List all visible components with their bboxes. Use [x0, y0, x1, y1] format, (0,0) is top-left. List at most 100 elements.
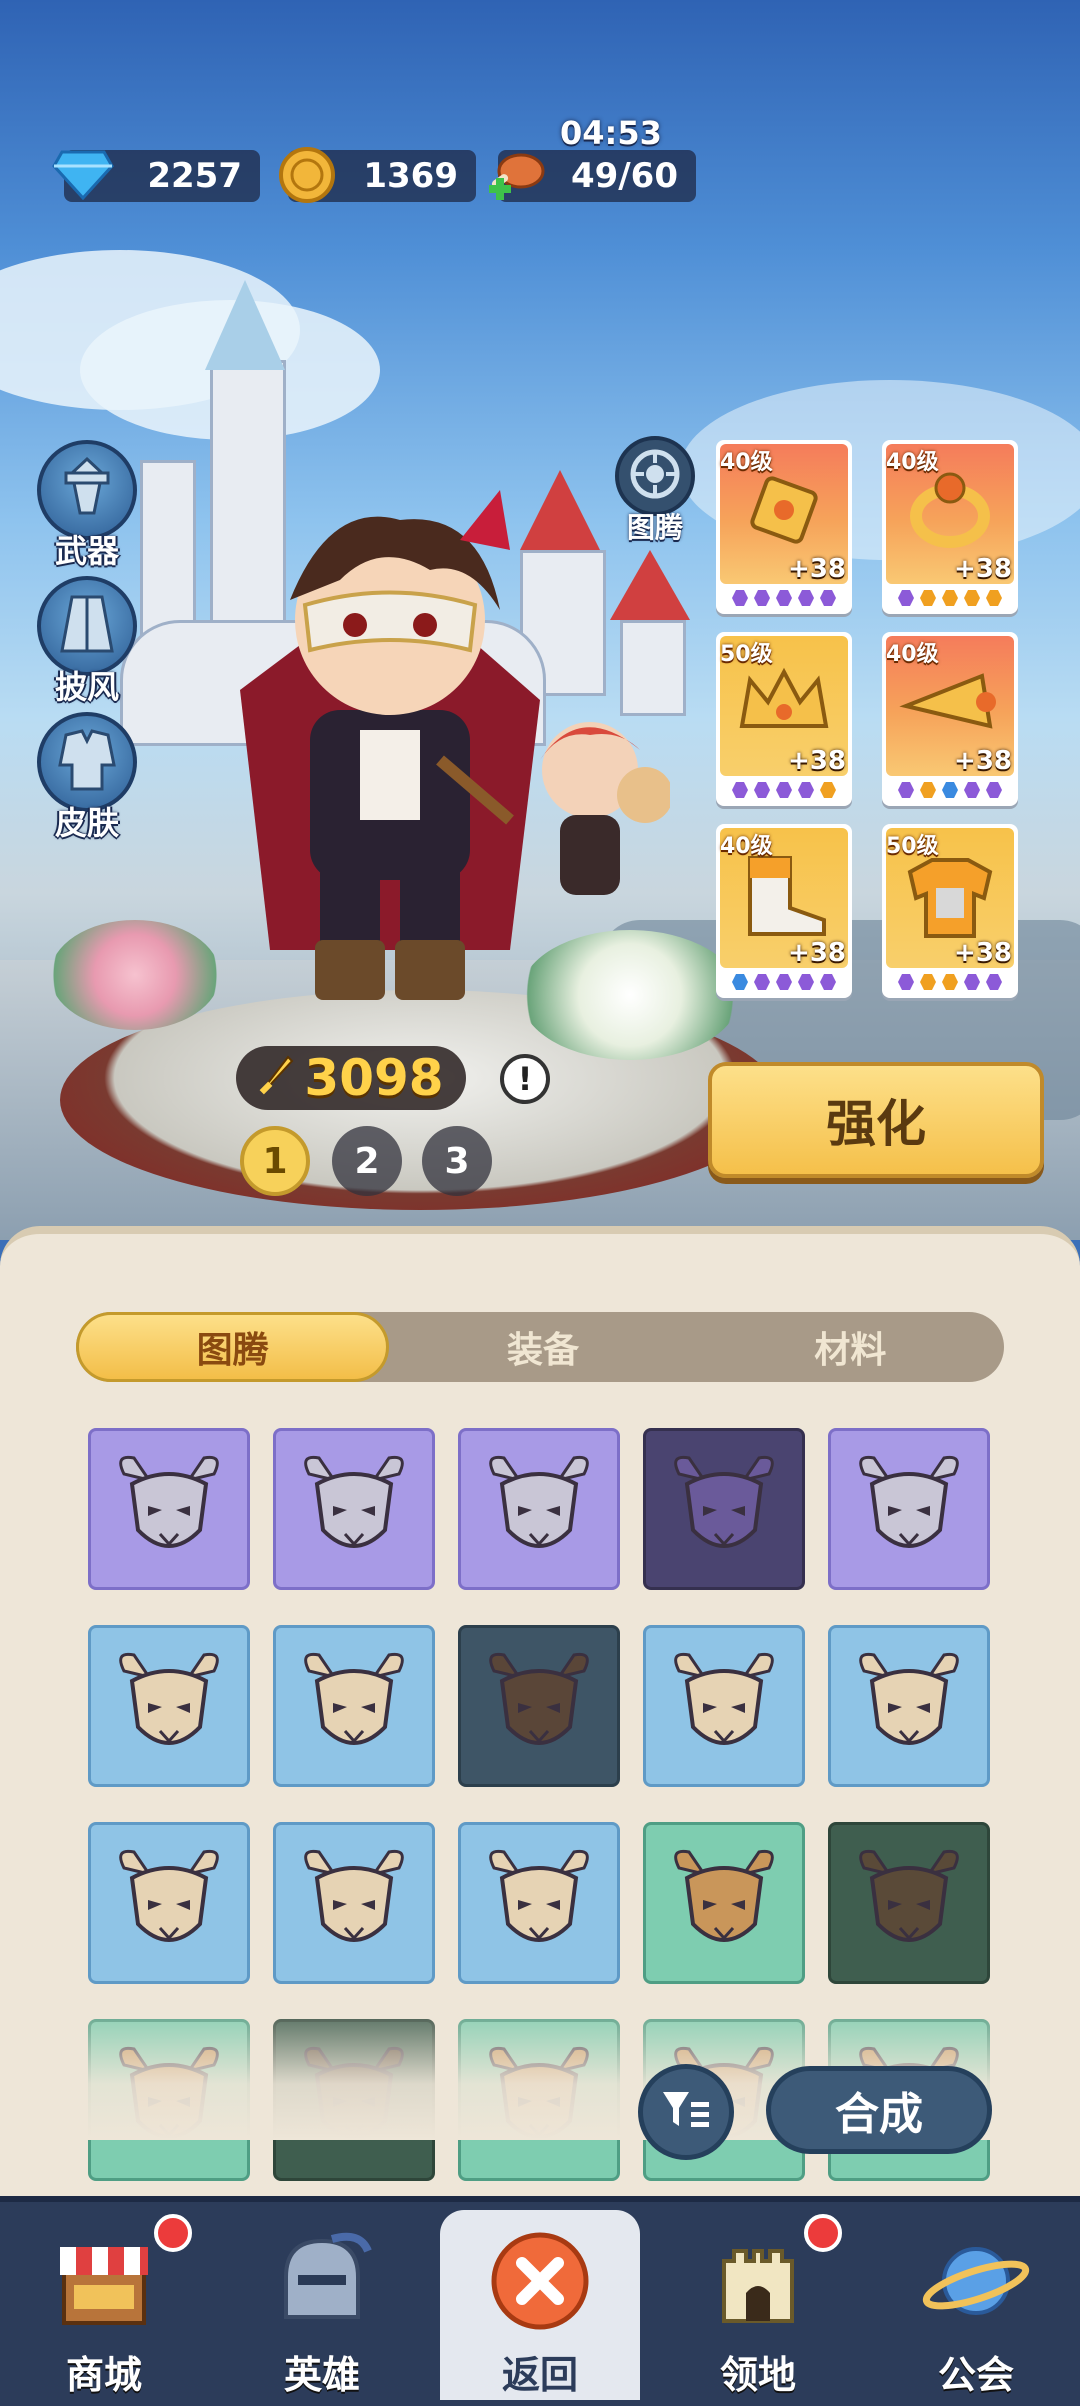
equipment-level: 50级 [720, 642, 773, 667]
equipment-plus: +38 [788, 938, 846, 968]
page-button-2[interactable]: 2 [332, 1126, 402, 1196]
inventory-tabs: 图腾 装备 材料 [76, 1312, 1004, 1382]
equipment-plus: +38 [954, 746, 1012, 776]
close-icon [488, 2229, 592, 2337]
helmet-icon [272, 2231, 372, 2335]
equipment-slot-armor[interactable]: 50级 +38 [882, 824, 1018, 998]
flower-decoration [520, 930, 740, 1060]
gem-icon [50, 142, 116, 208]
tab-totem[interactable]: 图腾 [76, 1312, 390, 1382]
equipment-rarity-dots [886, 970, 1014, 994]
totem-item[interactable] [643, 1822, 805, 1984]
cape-button[interactable]: 披风 [32, 576, 142, 708]
nav-back[interactable]: 返回 [440, 2210, 640, 2400]
equipment-rarity-dots [720, 778, 848, 802]
nav-hero-label: 英雄 [283, 2353, 360, 2397]
totem-mask-icon [859, 1652, 959, 1745]
equipment-plus: +38 [954, 938, 1012, 968]
tab-equipment[interactable]: 装备 [389, 1312, 696, 1382]
totem-mask-icon [489, 1455, 589, 1548]
page-button-1[interactable]: 1 [240, 1126, 310, 1196]
coin-value: 1369 [363, 156, 458, 196]
filter-icon [661, 2088, 711, 2136]
totem-mask-icon [859, 1455, 959, 1548]
equipment-plus: +38 [788, 554, 846, 584]
totem-mask-icon [119, 1455, 219, 1548]
pet-companion [540, 722, 670, 895]
combat-power: 3098 [236, 1046, 466, 1110]
shop-notification-badge [154, 2214, 192, 2252]
info-alert-icon[interactable]: ! [500, 1054, 550, 1104]
totem-item[interactable] [458, 1822, 620, 1984]
totem-item[interactable] [458, 1428, 620, 1590]
totem-item[interactable] [828, 1625, 990, 1787]
equipment-slot-ring[interactable]: 40级 +38 [882, 440, 1018, 614]
cape-label: 披风 [54, 668, 119, 706]
equipment-slot-amulet[interactable]: 40级 +38 [716, 440, 852, 614]
meat-stamina-icon [484, 142, 550, 208]
equipment-rarity-dots [720, 970, 848, 994]
totem-mask-icon [304, 1455, 404, 1548]
stamina-value: 49/60 [570, 156, 678, 196]
equipment-slot-horn[interactable]: 40级 +38 [882, 632, 1018, 806]
equipment-level: 40级 [720, 450, 773, 475]
castle-icon [708, 2231, 808, 2335]
totem-item[interactable] [828, 1428, 990, 1590]
totem-item[interactable] [273, 1625, 435, 1787]
weapon-label: 武器 [54, 532, 119, 570]
coin-icon [274, 142, 340, 208]
compose-button[interactable]: 合成 [766, 2066, 992, 2154]
totem-item[interactable] [273, 1428, 435, 1590]
totem-mask-icon [304, 1652, 404, 1745]
totem-item[interactable] [643, 1428, 805, 1590]
equipment-slot-boots[interactable]: 40级 +38 [716, 824, 852, 998]
totem-item[interactable] [458, 1625, 620, 1787]
gem-counter[interactable]: 2257 [52, 150, 260, 202]
totem-item[interactable] [643, 1625, 805, 1787]
nav-back-label: 返回 [501, 2353, 578, 2397]
equipment-level: 40级 [720, 834, 773, 859]
nav-hero[interactable]: 英雄 [222, 2210, 422, 2400]
equipment-plus: +38 [788, 746, 846, 776]
skin-button[interactable]: 皮肤 [32, 712, 142, 844]
gem-value: 2257 [147, 156, 242, 196]
totem-mask-icon [859, 1849, 959, 1942]
totem-item[interactable] [88, 1428, 250, 1590]
flower-decoration-left [50, 920, 220, 1030]
weapon-icon [52, 453, 122, 527]
skin-label: 皮肤 [54, 804, 119, 842]
filter-button[interactable] [638, 2064, 734, 2160]
totem-mask-icon [119, 1849, 219, 1942]
totem-item[interactable] [88, 1822, 250, 1984]
territory-notification-badge [804, 2214, 842, 2252]
stamina-counter[interactable]: 49/60 [489, 150, 696, 202]
totem-mask-icon [304, 1849, 404, 1942]
totem-button[interactable]: 图腾 [600, 436, 710, 546]
totem-mask-icon [674, 1455, 774, 1548]
totem-mask-icon [674, 1849, 774, 1942]
totem-mask-icon [489, 1652, 589, 1745]
equipment-level: 40级 [886, 642, 939, 667]
equipment-rarity-dots [886, 586, 1014, 610]
totem-item[interactable] [828, 1822, 990, 1984]
planet-icon [921, 2231, 1031, 2335]
nav-guild[interactable]: 公会 [876, 2210, 1076, 2400]
totem-item[interactable] [273, 1822, 435, 1984]
nav-shop-label: 商城 [65, 2353, 142, 2397]
totem-label: 图腾 [626, 511, 683, 544]
nav-guild-label: 公会 [937, 2353, 1014, 2397]
combat-power-value: 3098 [304, 1049, 444, 1107]
tab-material[interactable]: 材料 [697, 1312, 1004, 1382]
page-button-3[interactable]: 3 [422, 1126, 492, 1196]
stamina-timer: 04:53 [560, 114, 662, 152]
totem-mask-icon [674, 1652, 774, 1745]
equipment-rarity-dots [886, 778, 1014, 802]
equipment-slot-crown[interactable]: 50级 +38 [716, 632, 852, 806]
coin-counter[interactable]: 1369 [279, 147, 476, 203]
cape-icon [52, 589, 122, 663]
shop-icon [54, 2233, 154, 2333]
enhance-button[interactable]: 强化 [708, 1062, 1044, 1178]
weapon-button[interactable]: 武器 [32, 440, 142, 572]
totem-mask-icon [119, 1652, 219, 1745]
totem-item[interactable] [88, 1625, 250, 1787]
